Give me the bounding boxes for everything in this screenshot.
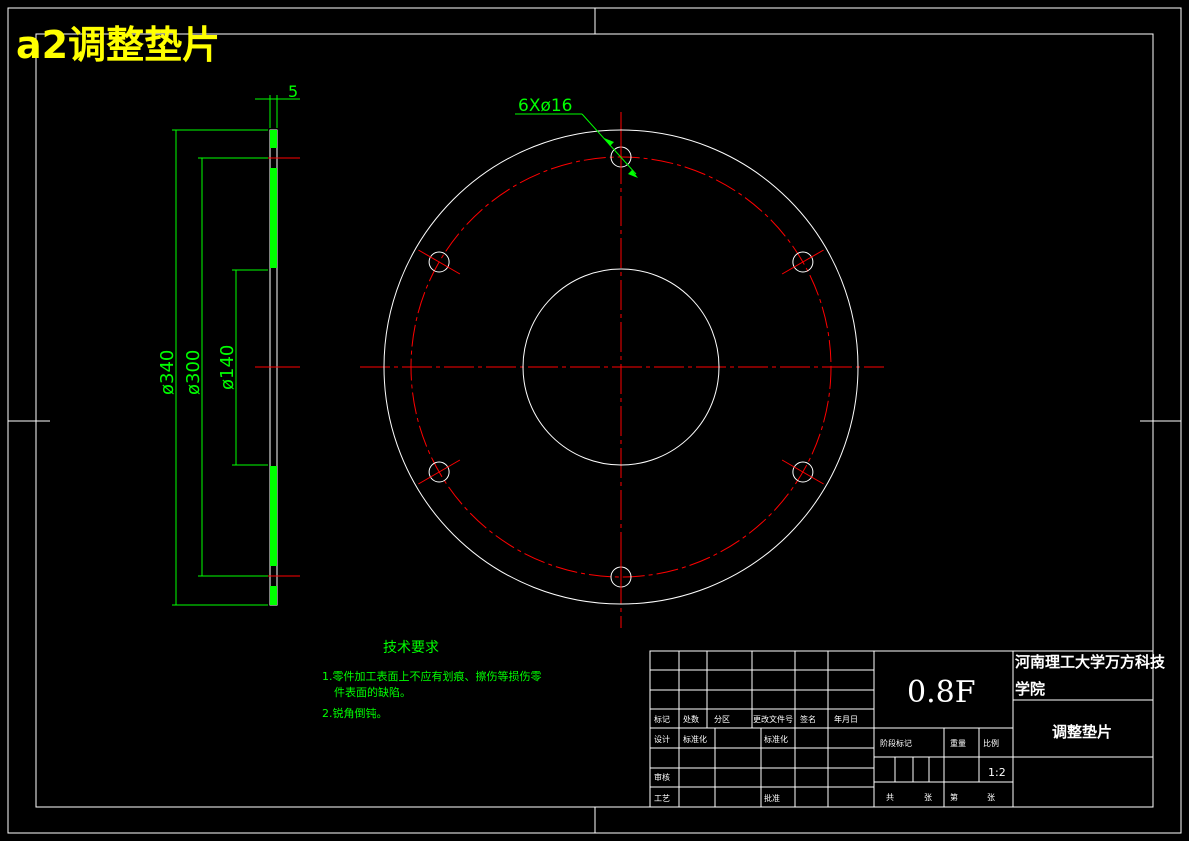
thickness-dim-label: 5 bbox=[288, 82, 298, 101]
row-label-approve: 批准 bbox=[764, 793, 780, 803]
col-label-count: 处数 bbox=[683, 714, 699, 724]
hole-center-mark bbox=[781, 459, 824, 485]
bottom-label-sheet2: 张 bbox=[987, 793, 995, 802]
tech-req-item1-line2: 件表面的缺陷。 bbox=[334, 685, 411, 699]
stage-label-stage: 阶段标记 bbox=[880, 738, 912, 748]
row-label-process: 工艺 bbox=[654, 794, 670, 803]
row-label-design: 设计 bbox=[654, 734, 670, 744]
row-label-std2: 标准化 bbox=[764, 734, 788, 744]
section-hatch-lower bbox=[270, 466, 277, 566]
hole-center-mark bbox=[418, 249, 461, 275]
scale-value: 1:2 bbox=[988, 766, 1006, 779]
stage-label-scale: 比例 bbox=[983, 738, 999, 748]
bottom-label-no: 第 bbox=[950, 792, 958, 802]
hole-center-mark bbox=[418, 459, 461, 485]
row-label-standard: 标准化 bbox=[683, 734, 707, 744]
stage-label-weight: 重量 bbox=[950, 738, 966, 748]
section-hatch-bottom bbox=[270, 586, 277, 605]
part-name: 调整垫片 bbox=[1052, 723, 1112, 741]
drawing-title: a2调整垫片 bbox=[16, 23, 220, 67]
hole-callout: 6Xø16 bbox=[518, 96, 573, 116]
dim-inner-diameter: ø140 bbox=[217, 345, 238, 390]
section-hatch-upper bbox=[270, 168, 277, 268]
col-label-change-doc: 更改文件号 bbox=[753, 714, 793, 724]
tech-req-heading: 技术要求 bbox=[383, 640, 439, 656]
tech-req-item2: 2.锐角倒钝。 bbox=[322, 706, 388, 720]
col-label-mark: 标记 bbox=[654, 714, 670, 724]
col-label-zone: 分区 bbox=[714, 715, 730, 724]
front-view: 6Xø16 bbox=[360, 96, 884, 628]
side-view: 5 ø340 ø300 ø140 bbox=[157, 82, 300, 606]
material-label: 0.8F bbox=[907, 675, 976, 710]
school-name: 河南理工大学万方科技 学院 bbox=[1015, 653, 1170, 698]
tech-requirements: 技术要求 1.零件加工表面上不应有划痕、擦伤等损伤零 件表面的缺陷。 2.锐角倒… bbox=[322, 640, 542, 720]
tech-req-item1-line1: 1.零件加工表面上不应有划痕、擦伤等损伤零 bbox=[322, 669, 542, 683]
hole-center-mark bbox=[781, 249, 824, 275]
dim-outer-diameter: ø340 bbox=[157, 350, 178, 395]
dim-bolt-circle-diameter: ø300 bbox=[183, 350, 204, 395]
section-hatch-top bbox=[270, 130, 277, 148]
bottom-label-sheet1: 张 bbox=[924, 793, 932, 802]
row-label-check: 审核 bbox=[654, 772, 670, 782]
bottom-label-total: 共 bbox=[886, 793, 894, 802]
cad-drawing: a2调整垫片 5 ø340 ø300 ø140 6Xø16 技术要求 1.零件加… bbox=[7, 7, 1182, 834]
col-label-signature: 签名 bbox=[800, 714, 816, 724]
col-label-date: 年月日 bbox=[834, 714, 858, 724]
